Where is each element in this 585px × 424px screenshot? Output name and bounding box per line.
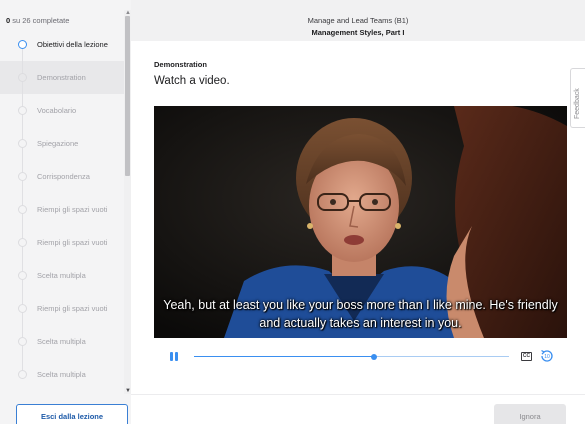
step-connector xyxy=(22,358,23,370)
exit-lesson-button[interactable]: Esci dalla lezione xyxy=(16,404,128,424)
step-connector xyxy=(22,160,23,172)
feedback-tab-label: Feedback xyxy=(574,88,581,119)
step-status-icon xyxy=(18,304,27,313)
step-status-icon xyxy=(18,205,27,214)
step-connector xyxy=(22,259,23,271)
lesson-step-label: Riempi gli spazi vuoti xyxy=(37,304,108,313)
step-connector xyxy=(22,193,23,205)
activity-instruction: Watch a video. xyxy=(154,75,230,87)
step-connector xyxy=(22,214,23,226)
step-connector xyxy=(22,115,23,127)
step-connector xyxy=(22,325,23,337)
lesson-step-label: Corrispondenza xyxy=(37,172,90,181)
step-connector xyxy=(22,280,23,292)
replay-10-icon[interactable]: 10 xyxy=(539,348,555,364)
lesson-step-item[interactable]: Riempi gli spazi vuoti xyxy=(0,226,124,259)
lesson-step-list: Obiettivi della lezione Demonstration Voca… xyxy=(0,28,124,388)
step-status-icon xyxy=(18,370,27,379)
step-status-icon xyxy=(18,73,27,82)
step-status-icon xyxy=(18,139,27,148)
lesson-step-label: Riempi gli spazi vuoti xyxy=(37,205,108,214)
lesson-step-label: Demonstration xyxy=(37,73,86,82)
step-connector xyxy=(22,49,23,61)
scrollbar-thumb[interactable] xyxy=(125,16,130,176)
video-subtitles: Yeah, but at least you like your boss mo… xyxy=(154,296,567,332)
step-connector xyxy=(22,82,23,94)
lesson-app: 0 su 26 completate Obiettivi della lezio… xyxy=(0,0,585,424)
seek-bar-progress xyxy=(194,356,374,357)
step-status-icon xyxy=(18,337,27,346)
step-connector xyxy=(22,313,23,325)
step-status-icon xyxy=(18,271,27,280)
lesson-step-item[interactable]: Riempi gli spazi vuoti xyxy=(0,292,124,325)
step-connector xyxy=(22,292,23,304)
step-connector xyxy=(22,61,23,73)
step-status-icon xyxy=(18,40,27,49)
step-connector xyxy=(22,181,23,193)
pause-button[interactable] xyxy=(168,351,180,363)
lesson-title: Management Styles, Part I xyxy=(311,28,405,37)
lesson-step-label: Scelta multipla xyxy=(37,271,86,280)
video-controls: CC 10 xyxy=(154,345,567,369)
footer-divider xyxy=(131,394,585,395)
lesson-step-item[interactable]: Spiegazione xyxy=(0,127,124,160)
lesson-step-item[interactable]: Scelta multipla xyxy=(0,259,124,292)
ignore-button[interactable]: Ignora xyxy=(494,404,566,424)
step-connector xyxy=(22,127,23,139)
progress-counter: 0 su 26 completate xyxy=(6,16,70,25)
replay-10-label: 10 xyxy=(544,354,550,360)
sidebar-scrollbar[interactable]: ▲ ▼ xyxy=(124,10,131,394)
lesson-step-item[interactable]: Riempi gli spazi vuoti xyxy=(0,193,124,226)
step-status-icon xyxy=(18,172,27,181)
lesson-step-label: Spiegazione xyxy=(37,139,79,148)
step-connector xyxy=(22,346,23,358)
closed-captions-icon[interactable]: CC xyxy=(521,352,532,361)
course-title: Manage and Lead Teams (B1) xyxy=(307,16,409,25)
lesson-step-label: Vocabolario xyxy=(37,106,77,115)
lesson-step-item[interactable]: Corrispondenza xyxy=(0,160,124,193)
subtitle-line-2: and actually takes an interest in you. xyxy=(259,316,462,330)
step-status-icon xyxy=(18,238,27,247)
lesson-sidebar: 0 su 26 completate Obiettivi della lezio… xyxy=(0,0,131,424)
step-connector xyxy=(22,247,23,259)
step-connector xyxy=(22,94,23,106)
lesson-step-label: Scelta multipla xyxy=(37,370,86,379)
pause-icon-bar xyxy=(175,352,178,361)
step-connector xyxy=(22,148,23,160)
lesson-step-label: Riempi gli spazi vuoti xyxy=(37,238,108,247)
lesson-step-item[interactable]: Obiettivi della lezione xyxy=(0,28,124,61)
pause-icon xyxy=(170,352,173,361)
subtitle-line-1: Yeah, but at least you like your boss mo… xyxy=(163,298,558,312)
seek-bar-handle[interactable] xyxy=(370,353,377,360)
lesson-step-item[interactable]: Scelta multipla xyxy=(0,325,124,358)
seek-bar[interactable] xyxy=(194,353,509,360)
feedback-tab[interactable]: Feedback xyxy=(570,68,585,128)
lesson-step-item[interactable]: Demonstration xyxy=(0,61,124,94)
step-connector xyxy=(22,226,23,238)
section-label: Demonstration xyxy=(154,60,207,69)
lesson-step-item[interactable]: Vocabolario xyxy=(0,94,124,127)
video-player[interactable]: Yeah, but at least you like your boss mo… xyxy=(154,106,567,338)
lesson-step-item[interactable]: Scelta multipla xyxy=(0,358,124,388)
step-status-icon xyxy=(18,106,27,115)
lesson-step-label: Obiettivi della lezione xyxy=(37,40,108,49)
lesson-header: Manage and Lead Teams (B1) Management St… xyxy=(131,0,585,41)
lesson-step-label: Scelta multipla xyxy=(37,337,86,346)
